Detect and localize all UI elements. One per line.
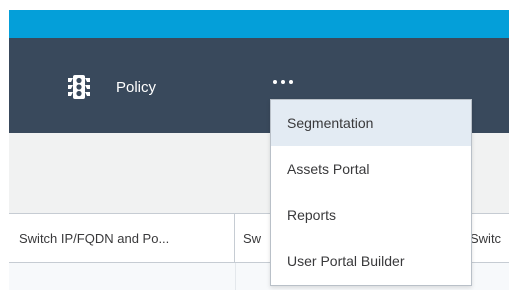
traffic-light-icon (68, 75, 90, 99)
column-header-3[interactable]: Switc (468, 214, 509, 262)
menu-item-reports[interactable]: Reports (271, 192, 471, 238)
more-dropdown-menu: Segmentation Assets Portal Reports User … (270, 99, 472, 286)
top-accent-bar (9, 10, 509, 38)
more-dots-icon (273, 80, 277, 84)
menu-item-segmentation[interactable]: Segmentation (271, 100, 471, 146)
nav-policy-label: Policy (116, 78, 157, 96)
column-divider (235, 263, 236, 290)
more-menu-button[interactable] (273, 76, 293, 88)
nav-policy[interactable]: Policy (66, 74, 156, 100)
column-header-2[interactable]: Sw (235, 214, 275, 262)
menu-item-assets-portal[interactable]: Assets Portal (271, 146, 471, 192)
column-header-switch-ip[interactable]: Switch IP/FQDN and Po... (9, 214, 235, 262)
menu-item-user-portal-builder[interactable]: User Portal Builder (271, 238, 471, 284)
